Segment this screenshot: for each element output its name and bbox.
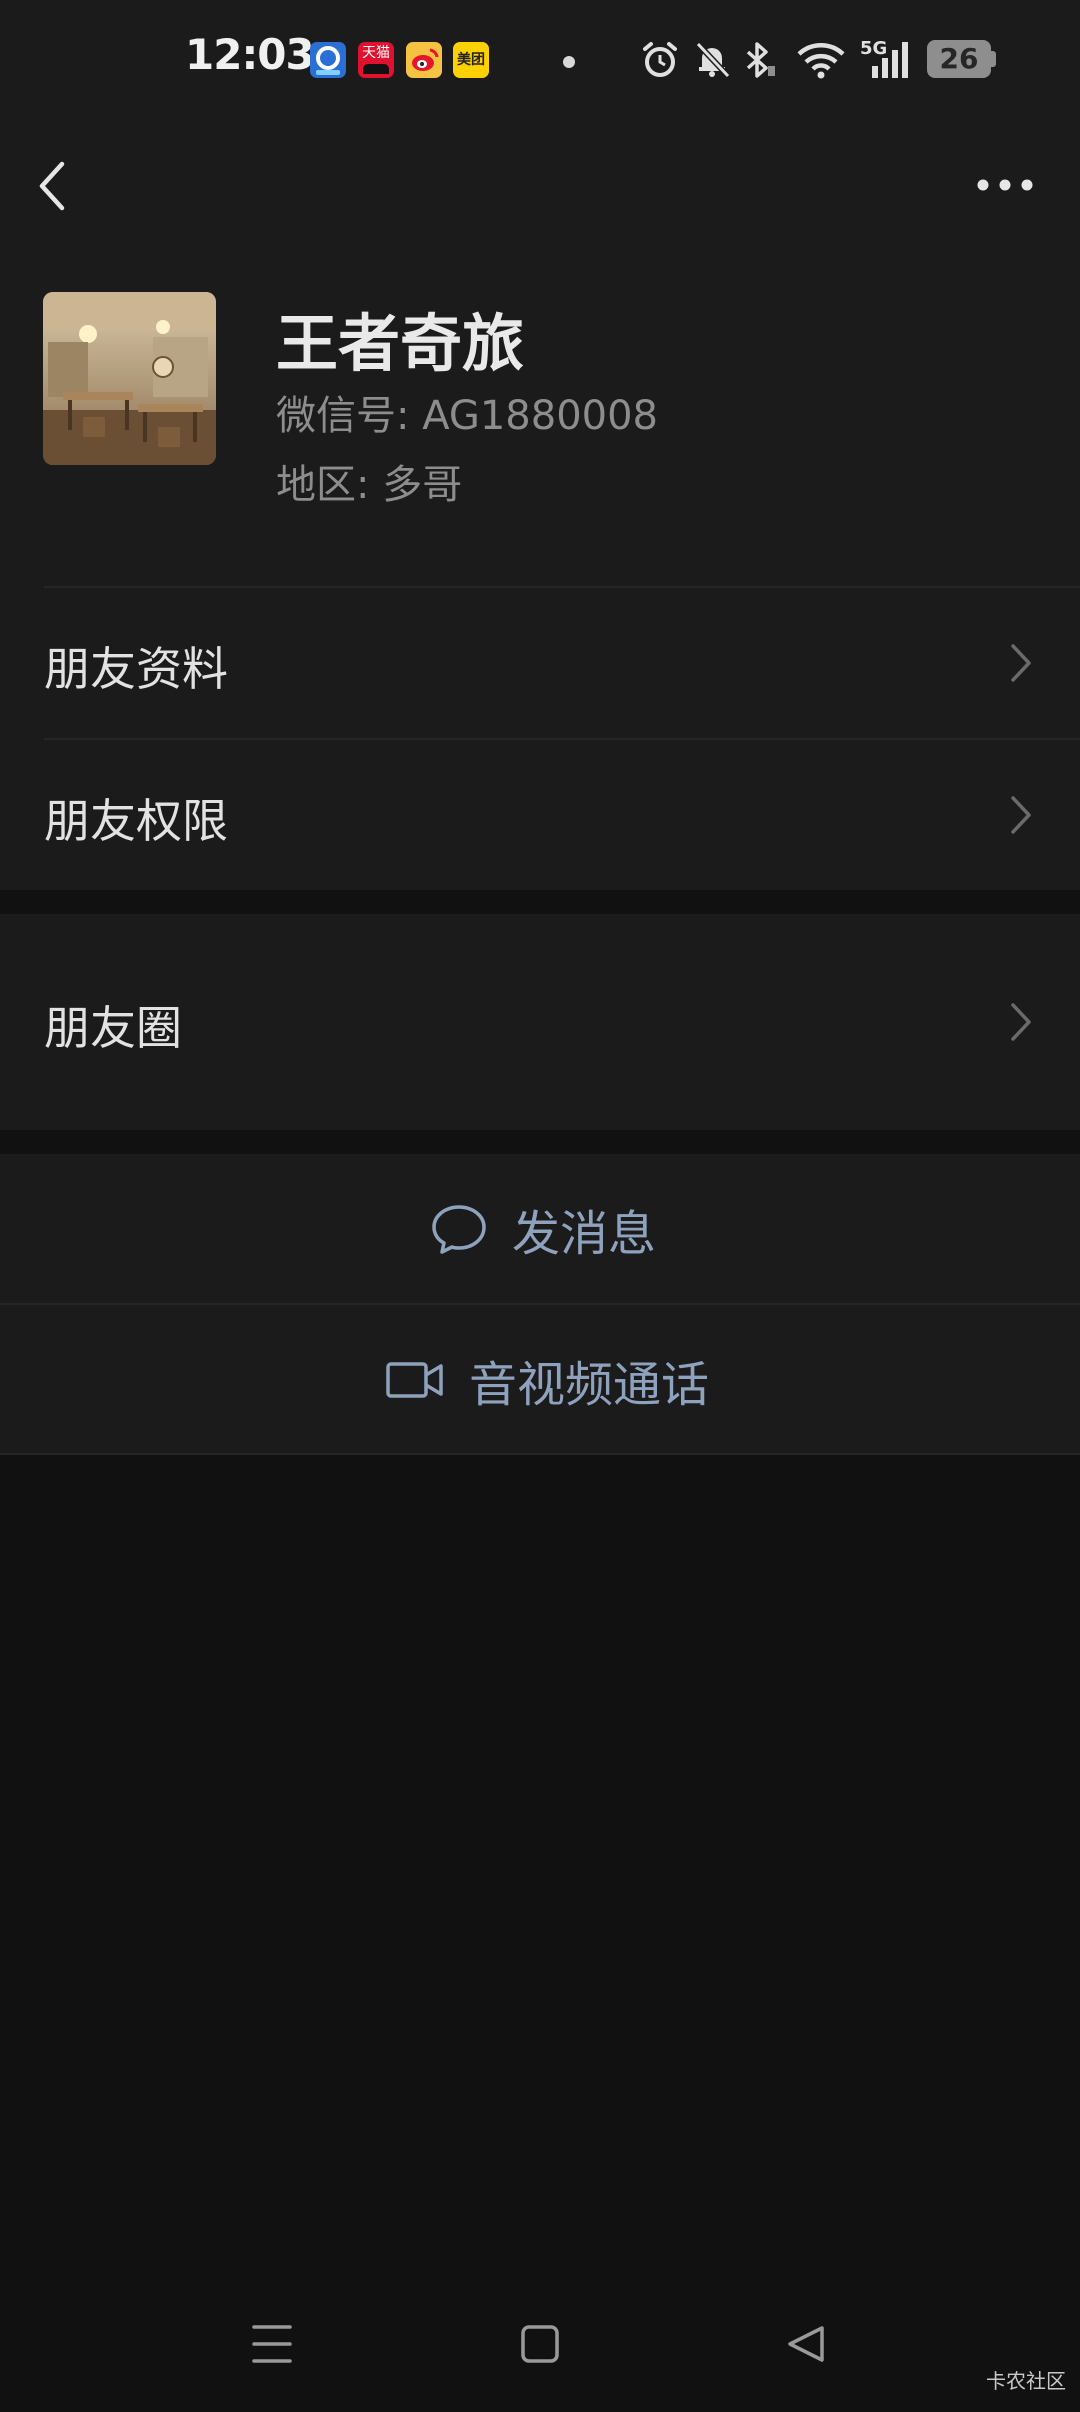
meituan-label: 美团 [457,52,485,68]
status-bar: 12:03 天猫 美团 5G 26 [0,0,1080,120]
section-gap [0,890,1080,914]
home-square-icon[interactable] [520,2324,560,2364]
status-time: 12:03 [185,30,315,79]
av-call-button[interactable]: 音视频通话 [0,1305,1080,1455]
tmall-label: 天猫 [362,45,390,61]
notification-dot-icon [563,56,575,68]
row-label: 朋友圈 [44,1001,182,1055]
bluetooth-icon [746,42,775,78]
qq-browser-icon [310,42,346,78]
row-friend-permissions[interactable]: 朋友权限 [0,740,1080,890]
send-message-label: 发消息 [512,1206,657,1262]
screen: 12:03 天猫 美团 5G 26 王者奇旅 微信号: AG1880008 地区… [0,0,1080,2412]
av-call-label: 音视频通话 [469,1357,710,1413]
chevron-right-icon [1011,1003,1031,1041]
watermark: 卡农社区 [986,2369,1066,2393]
wifi-icon [797,43,845,79]
row-moments[interactable]: 朋友圈 [0,914,1080,1130]
mute-bell-icon [695,41,731,79]
row-label: 朋友资料 [44,642,228,696]
region: 地区: 多哥 [276,462,463,508]
meituan-icon: 美团 [453,42,489,78]
row-label: 朋友权限 [44,794,228,848]
more-dots-icon [977,179,1033,191]
more-button[interactable] [970,160,1040,210]
signal-icon [872,42,908,78]
av-call-content: 音视频通话 [385,1305,709,1455]
wechat-id: 微信号: AG1880008 [276,393,658,439]
chevron-left-icon [39,161,65,211]
divider [0,1453,1080,1455]
video-camera-icon [386,1362,443,1398]
avatar[interactable] [43,292,216,465]
chat-bubble-icon [432,1205,486,1254]
battery-level: 26 [939,42,979,75]
weibo-icon [406,42,442,78]
tmall-icon: 天猫 [358,42,394,78]
nickname: 王者奇旅 [276,307,525,380]
send-message-button[interactable]: 发消息 [0,1154,1080,1304]
chevron-right-icon [1011,796,1031,834]
back-triangle-icon[interactable] [786,2324,826,2364]
section-gap [0,1130,1080,1154]
battery-tip [991,51,996,67]
back-button[interactable] [30,150,80,220]
row-friend-info[interactable]: 朋友资料 [0,588,1080,738]
menu-lines-icon[interactable] [252,2322,292,2366]
chevron-right-icon [1011,644,1031,682]
alarm-icon [643,42,677,77]
send-message-content: 发消息 [430,1154,656,1304]
